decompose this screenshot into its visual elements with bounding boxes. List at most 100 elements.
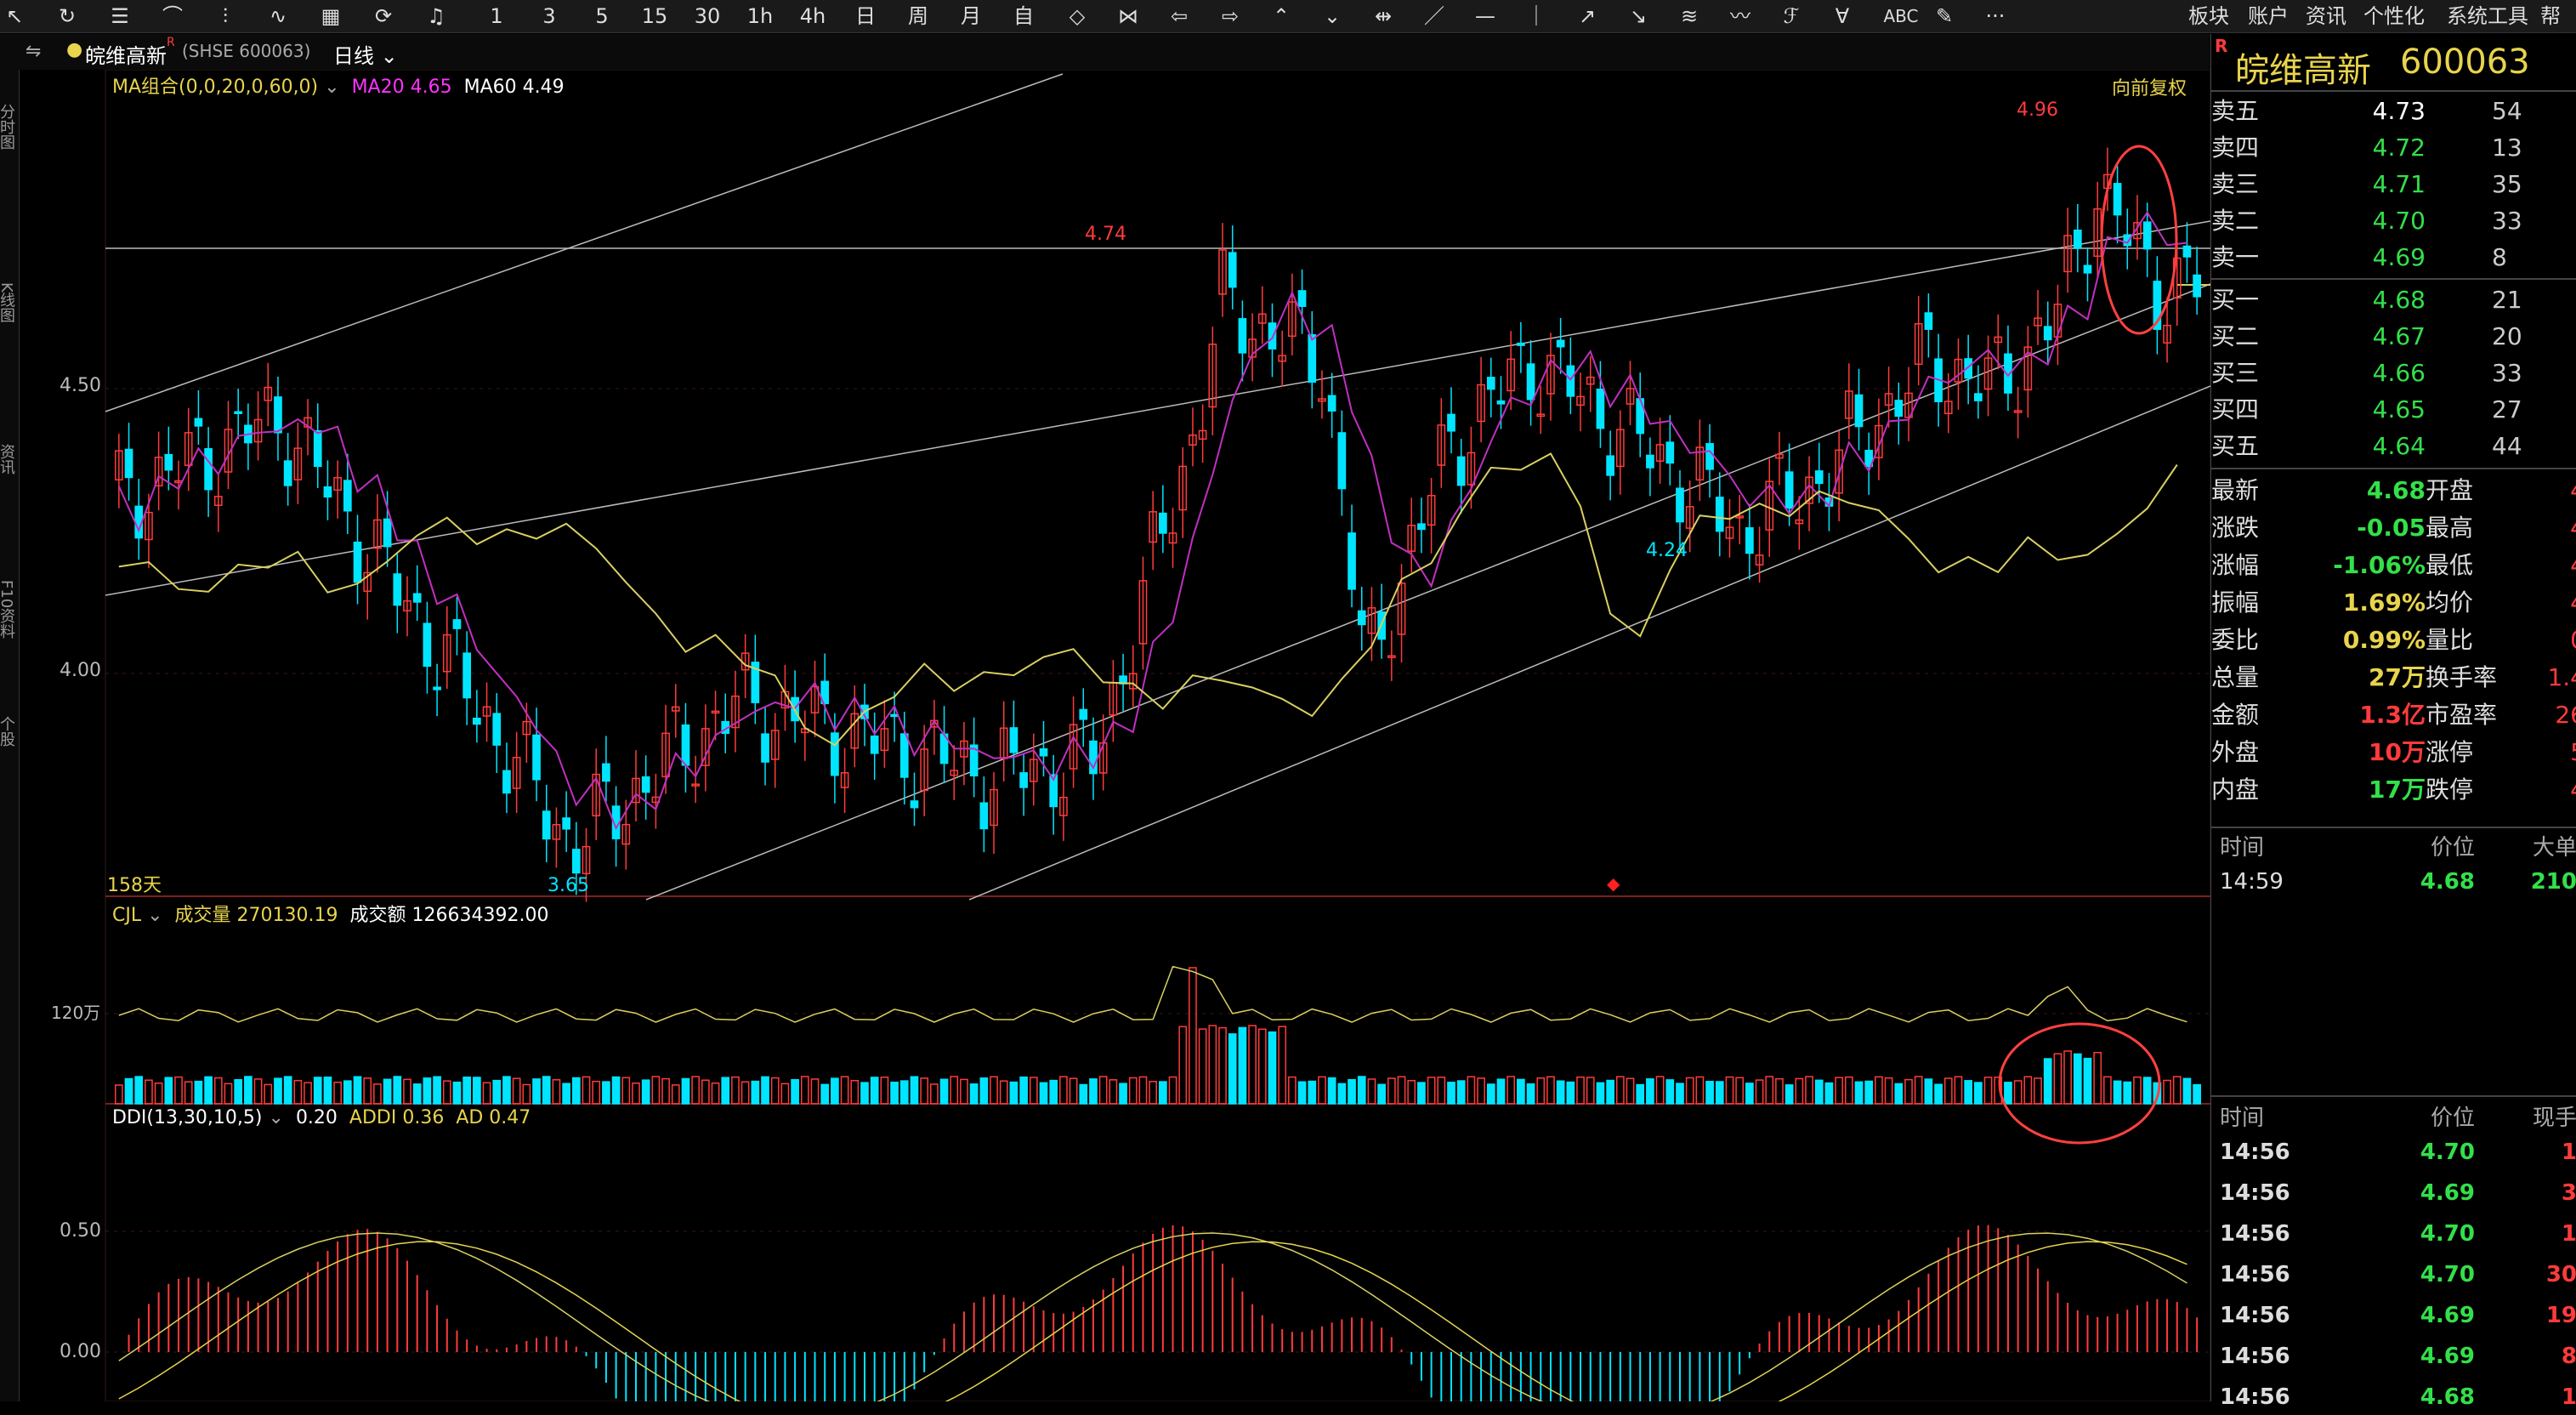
volume-bar xyxy=(999,1080,1008,1105)
candle-icon[interactable]: ⫶ xyxy=(211,3,240,29)
tick-row[interactable]: 14:56 4.70 1 xyxy=(2211,1216,2576,1252)
tick-row[interactable]: 14:56 4.69 19 xyxy=(2211,1298,2576,1333)
volume-bar xyxy=(522,1083,531,1105)
bid-row[interactable]: 买五 4.64 44 xyxy=(2211,429,2576,464)
hline-icon[interactable]: ｜ xyxy=(1522,3,1551,29)
ask-row[interactable]: 卖二 4.70 33 xyxy=(2211,203,2576,239)
refresh-icon[interactable]: ↻ xyxy=(53,3,82,29)
menu-0[interactable]: 板块 xyxy=(2188,3,2229,29)
period-0[interactable]: 1 xyxy=(474,3,519,29)
stat-value: 0.99% xyxy=(2342,626,2426,654)
arrow-icon[interactable]: ≋ xyxy=(1675,3,1704,29)
tick-vol: 8 xyxy=(2561,1344,2576,1369)
tick-row[interactable]: 14:56 4.70 1 xyxy=(2211,1134,2576,1170)
stat-value-2: 4 xyxy=(2534,585,2576,621)
ma-indicator-label[interactable]: MA组合(0,0,20,0,60,0) xyxy=(112,77,318,98)
candle-body xyxy=(1337,432,1347,490)
period-6[interactable]: 4h xyxy=(791,3,835,29)
period-5[interactable]: 1h xyxy=(738,3,782,29)
stat-label-2: 市盈率 xyxy=(2426,701,2498,729)
ask-row[interactable]: 卖一 4.69 8 xyxy=(2211,240,2576,276)
volume-bar xyxy=(1288,1076,1297,1105)
kline-chart[interactable]: 4.50 4.00 120万 0.50 0.00 4.74 4.96 3.65 4.24 158天… xyxy=(0,70,2210,1401)
up-icon[interactable]: ⌃ xyxy=(1267,3,1296,29)
bid-row[interactable]: 买一 4.68 21 xyxy=(2211,282,2576,318)
addi-value: ADDI 0.36 xyxy=(349,1107,445,1128)
volume-bar xyxy=(899,1080,909,1105)
period-select[interactable]: 日线 ⌄ xyxy=(333,39,398,69)
bid-row[interactable]: 买二 4.67 20 xyxy=(2211,319,2576,355)
menu-2[interactable]: 资讯 xyxy=(2306,3,2346,29)
menu-1[interactable]: 账户 xyxy=(2248,3,2289,29)
volume-bar xyxy=(2123,1081,2132,1105)
tick-row[interactable]: 14:56 4.69 8 xyxy=(2211,1338,2576,1374)
candle-body xyxy=(979,802,989,830)
deal-row[interactable]: 14:59 4.68 210 xyxy=(2211,864,2576,900)
tick-row[interactable]: 14:56 4.69 3 xyxy=(2211,1175,2576,1211)
bid-row[interactable]: 买三 4.66 33 xyxy=(2211,355,2576,391)
left-icon[interactable]: ⇦ xyxy=(1165,3,1194,29)
tick-row[interactable]: 14:56 4.70 30 xyxy=(2211,1257,2576,1293)
tick-row[interactable]: 14:56 4.68 1 xyxy=(2211,1379,2576,1415)
ray-icon[interactable]: — xyxy=(1471,3,1500,29)
stat-value: 27万 xyxy=(2369,663,2426,691)
volume-bar xyxy=(1377,1083,1386,1105)
line-icon[interactable]: ／ xyxy=(1420,3,1449,29)
right-icon[interactable]: ⇨ xyxy=(1216,3,1245,29)
more-icon[interactable]: ··· xyxy=(1981,3,2010,29)
volume-bar xyxy=(800,1076,809,1105)
channel-icon[interactable]: ↘ xyxy=(1624,3,1653,29)
period-4[interactable]: 30 xyxy=(685,3,729,29)
text-icon[interactable]: ∀ xyxy=(1828,3,1857,29)
candle-body xyxy=(1417,523,1426,531)
list-icon[interactable]: ☰ xyxy=(105,3,134,29)
bid-price: 4.67 xyxy=(2372,322,2426,350)
candle-body xyxy=(2073,229,2082,249)
candle-body xyxy=(899,733,909,778)
period-2[interactable]: 5 xyxy=(580,3,624,29)
ask-row[interactable]: 卖四 4.72 13 xyxy=(2211,130,2576,166)
pen-icon[interactable]: ✎ xyxy=(1930,3,1959,29)
share-icon[interactable]: ⟳ xyxy=(369,3,398,29)
cjl-label[interactable]: CJL xyxy=(112,905,141,926)
bid-row[interactable]: 买四 4.65 27 xyxy=(2211,392,2576,428)
period-3[interactable]: 15 xyxy=(633,3,677,29)
menu-5[interactable]: 帮 xyxy=(2540,3,2561,29)
price-annotation-low_2: 4.24 xyxy=(1646,540,1688,561)
zoom-icon[interactable]: ◇ xyxy=(1063,3,1092,29)
ask-row[interactable]: 卖五 4.73 54 xyxy=(2211,94,2576,129)
abc-text-tool[interactable]: ABC xyxy=(1879,3,1923,29)
menu-4[interactable]: 系统工具 xyxy=(2447,3,2528,29)
candle-body xyxy=(1715,497,1724,532)
chart-icon[interactable]: ⌒ xyxy=(158,3,187,29)
period-1[interactable]: 3 xyxy=(527,3,571,29)
period-8[interactable]: 周 xyxy=(896,3,940,29)
period-9[interactable]: 月 xyxy=(949,3,993,29)
ddi-label[interactable]: DDI(13,30,10,5) xyxy=(112,1107,263,1128)
down-icon[interactable]: ⌄ xyxy=(1318,3,1347,29)
back-icon[interactable]: ↖ xyxy=(0,3,29,29)
ask-row[interactable]: 卖三 4.71 35 xyxy=(2211,167,2576,202)
period-7[interactable]: 日 xyxy=(843,3,888,29)
move-icon[interactable]: ⇹ xyxy=(1369,3,1398,29)
shrink-icon[interactable]: ⋈ xyxy=(1114,3,1143,29)
stat-label: 委比 xyxy=(2211,626,2260,654)
volume-bar xyxy=(2163,1079,2171,1105)
menu-3[interactable]: 个性化 xyxy=(2363,3,2425,29)
parallel-icon[interactable]: 〰 xyxy=(1726,3,1755,29)
volume-bar xyxy=(671,1084,680,1105)
overview-icon[interactable]: ▦ xyxy=(316,3,345,29)
volume-bar xyxy=(1775,1077,1784,1105)
volume-bar xyxy=(1695,1076,1705,1105)
wave-icon[interactable]: ℱ xyxy=(1777,3,1806,29)
indicator-icon[interactable]: ∿ xyxy=(264,3,292,29)
ddi-axis-label: 0.00 xyxy=(60,1341,101,1362)
adjust-mode[interactable]: 向前复权 xyxy=(2112,73,2187,100)
link-icon[interactable]: ⇋ xyxy=(26,41,41,62)
volume-bar xyxy=(1427,1077,1436,1105)
vline-icon[interactable]: ↗ xyxy=(1573,3,1602,29)
volume-bar xyxy=(1437,1077,1446,1105)
volume-bar xyxy=(1784,1084,1794,1105)
period-10[interactable]: 自 xyxy=(1001,3,1046,29)
bell-icon[interactable]: ♫ xyxy=(422,3,451,29)
